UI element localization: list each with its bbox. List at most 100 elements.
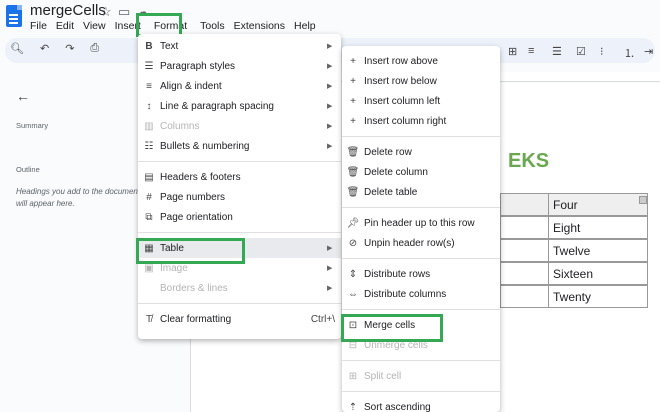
bullets-icon: ☷ xyxy=(144,140,154,152)
menu-item-delete-column[interactable]: 🗑︎ Delete column xyxy=(342,162,500,182)
menu-item-insert-row-above[interactable]: + Insert row above xyxy=(342,51,500,71)
table-item-highlight xyxy=(136,238,245,264)
redo-icon[interactable]: ↷ xyxy=(65,42,74,55)
table-cell[interactable] xyxy=(500,216,549,239)
align-icon[interactable]: ≡ xyxy=(528,45,534,57)
table-header-cell[interactable] xyxy=(500,193,549,216)
menu-item-distribute-columns[interactable]: ⇔ Distribute columns xyxy=(342,284,500,304)
chevron-right-icon: ▶ xyxy=(327,43,333,50)
table-cell[interactable] xyxy=(500,262,549,285)
search-icon[interactable]: 🔍︎ xyxy=(10,42,24,55)
menu-item-insert-column-left[interactable]: + Insert column left xyxy=(342,91,500,111)
toolbar-icons: 🔍︎ ↶ ↷ ⎙ xyxy=(10,42,99,55)
distribute-rows-icon: ⇕ xyxy=(348,268,358,280)
columns-icon: ▥ xyxy=(144,120,154,132)
table-submenu: + Insert row above + Insert row below + Ins… xyxy=(342,46,500,412)
merge-cells-highlight xyxy=(341,314,443,342)
distribute-columns-icon: ⇔ xyxy=(348,288,358,300)
table-cell-twenty[interactable]: Twenty xyxy=(548,285,648,308)
summary-label: Summary xyxy=(16,121,49,130)
column-menu-icon[interactable] xyxy=(639,196,647,204)
indent-icon[interactable]: ⇥ xyxy=(644,45,653,58)
menu-item-insert-column-right[interactable]: + Insert column right xyxy=(342,111,500,131)
document-heading[interactable]: EKS xyxy=(508,150,549,173)
bold-icon: B xyxy=(145,40,153,52)
menu-item-split-cell[interactable]: ⊞ Split cell xyxy=(342,366,500,386)
menu-item-paragraph-styles[interactable]: ☰ Paragraph styles ▶ xyxy=(138,56,341,76)
undo-icon[interactable]: ↶ xyxy=(40,42,49,55)
table-cell[interactable] xyxy=(500,239,549,262)
plus-icon: + xyxy=(350,75,356,87)
menu-file[interactable]: File xyxy=(30,18,47,34)
chevron-right-icon: ▶ xyxy=(327,123,333,130)
menu-separator xyxy=(342,207,500,208)
chevron-right-icon: ▶ xyxy=(327,83,333,90)
menu-item-sort-ascending[interactable]: ⇡ Sort ascending xyxy=(342,397,500,412)
chevron-right-icon: ▶ xyxy=(327,103,333,110)
table-cell-eight[interactable]: Eight xyxy=(548,216,648,239)
menu-item-delete-row[interactable]: 🗑︎ Delete row xyxy=(342,142,500,162)
arrow-left-icon[interactable]: ← xyxy=(16,88,30,104)
menu-tools[interactable]: Tools xyxy=(200,18,225,34)
menu-item-insert-row-below[interactable]: + Insert row below xyxy=(342,71,500,91)
chevron-right-icon: ▶ xyxy=(327,63,333,70)
chevron-right-icon: ▶ xyxy=(327,265,333,272)
numbered-list-icon[interactable]: ⒈ xyxy=(624,45,635,61)
align-icon: ≡ xyxy=(146,80,152,92)
menu-item-line-spacing[interactable]: ↕ Line & paragraph spacing ▶ xyxy=(138,96,341,116)
insert-link-icon[interactable]: ⊞ xyxy=(508,45,517,58)
checklist-icon[interactable]: ☑ xyxy=(576,45,586,58)
menu-item-page-orientation[interactable]: ⧉ Page orientation xyxy=(138,207,341,227)
bullet-list-icon[interactable]: ⁝ xyxy=(600,45,604,58)
menu-item-pin-header[interactable]: 📌︎ Pin header up to this row xyxy=(342,213,500,233)
menu-item-bullets[interactable]: ☷ Bullets & numbering ▶ xyxy=(138,136,341,156)
unpin-icon: ⊘ xyxy=(348,237,358,249)
outline-label: Outline xyxy=(16,165,40,174)
menu-separator xyxy=(342,391,500,392)
menu-edit[interactable]: Edit xyxy=(56,18,74,34)
document-title[interactable]: mergeCells xyxy=(30,2,106,19)
pin-icon: 📌︎ xyxy=(346,217,360,229)
headers-footers-icon: ▤ xyxy=(144,171,154,183)
menu-item-unpin-header[interactable]: ⊘ Unpin header row(s) xyxy=(342,233,500,253)
menu-view[interactable]: View xyxy=(83,18,106,34)
plus-icon: + xyxy=(350,95,356,107)
print-icon[interactable]: ⎙ xyxy=(90,42,99,55)
menu-item-distribute-rows[interactable]: ⇕ Distribute rows xyxy=(342,264,500,284)
split-cell-icon: ⊞ xyxy=(348,370,358,382)
chevron-right-icon: ▶ xyxy=(327,285,333,292)
docs-logo-icon[interactable] xyxy=(6,5,22,27)
table-cell[interactable] xyxy=(500,285,549,308)
menu-item-clear-formatting[interactable]: T̸ Clear formatting Ctrl+\ xyxy=(138,309,341,329)
menu-extensions[interactable]: Extensions xyxy=(234,18,285,34)
shortcut-label: Ctrl+\ xyxy=(310,313,335,325)
chevron-right-icon: ▶ xyxy=(327,143,333,150)
table-cell-twelve[interactable]: Twelve xyxy=(548,239,648,262)
menu-separator xyxy=(138,232,341,233)
menu-item-columns[interactable]: ▥ Columns ▶ xyxy=(138,116,341,136)
sort-ascending-icon: ⇡ xyxy=(348,401,358,412)
menu-item-align-indent[interactable]: ≡ Align & indent ▶ xyxy=(138,76,341,96)
plus-icon: + xyxy=(350,115,356,127)
format-dropdown-menu: B Text ▶ ☰ Paragraph styles ▶ ≡ Align & inden… xyxy=(138,34,341,339)
chevron-right-icon: ▶ xyxy=(327,245,333,252)
line-spacing-icon: ↕ xyxy=(146,100,152,112)
menu-help[interactable]: Help xyxy=(294,18,316,34)
table-cell-sixteen[interactable]: Sixteen xyxy=(548,262,648,285)
menu-separator xyxy=(342,258,500,259)
menu-separator xyxy=(342,360,500,361)
page-orientation-icon: ⧉ xyxy=(145,211,153,223)
clear-formatting-icon: T̸ xyxy=(145,313,153,325)
menu-item-delete-table[interactable]: 🗑︎ Delete table xyxy=(342,182,500,202)
menu-item-page-numbers[interactable]: # Page numbers xyxy=(138,187,341,207)
table-header-four[interactable]: Four xyxy=(548,193,648,216)
image-icon: ▣ xyxy=(144,262,154,274)
menu-item-headers-footers[interactable]: ▤ Headers & footers xyxy=(138,167,341,187)
trash-icon: 🗑︎ xyxy=(346,146,360,158)
menu-item-text[interactable]: B Text ▶ xyxy=(138,36,341,56)
paragraph-styles-icon: ☰ xyxy=(144,60,154,72)
trash-icon: 🗑︎ xyxy=(346,186,360,198)
menu-item-borders-lines[interactable]: Borders & lines ▶ xyxy=(138,278,341,298)
line-spacing-icon[interactable]: ☰ xyxy=(552,45,562,58)
menu-separator xyxy=(138,303,341,304)
